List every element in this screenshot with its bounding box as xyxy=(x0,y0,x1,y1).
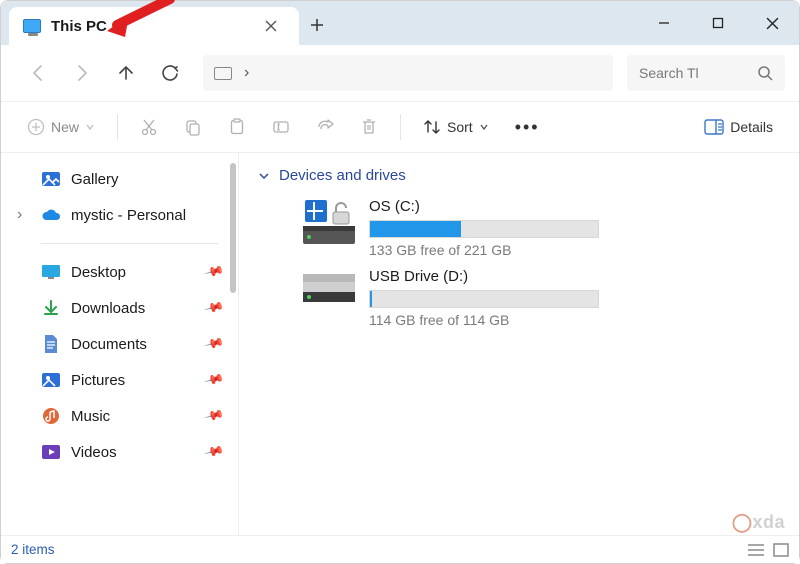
details-label: Details xyxy=(730,119,773,135)
breadcrumb-separator: › xyxy=(244,64,249,82)
pin-icon: 📌 xyxy=(203,441,225,463)
more-button[interactable]: ••• xyxy=(505,109,550,145)
sidebar-item-label: Desktop xyxy=(71,264,126,281)
music-icon xyxy=(41,406,61,426)
search-input[interactable]: Search Tl xyxy=(627,55,785,91)
pin-icon: 📌 xyxy=(203,261,225,283)
copy-button xyxy=(174,109,212,145)
navigation-bar: › Search Tl xyxy=(1,45,799,101)
toolbar-separator xyxy=(117,114,118,140)
pictures-icon xyxy=(41,370,61,390)
navigation-sidebar: Gallery mystic - Personal Desktop 📌 Down… xyxy=(1,153,239,535)
sidebar-item-music[interactable]: Music 📌 xyxy=(1,398,238,434)
gallery-icon xyxy=(41,169,61,189)
close-window-button[interactable] xyxy=(745,1,799,45)
content-pane: Devices and drives OS ( xyxy=(239,153,799,535)
rename-button xyxy=(262,109,300,145)
onedrive-icon xyxy=(41,205,61,225)
downloads-icon xyxy=(41,298,61,318)
videos-icon xyxy=(41,442,61,462)
title-bar: This PC xyxy=(1,1,799,45)
watermark: ◯xda xyxy=(732,512,785,533)
forward-button[interactable] xyxy=(63,54,101,92)
this-pc-icon xyxy=(23,19,41,33)
tiles-layout-icon[interactable] xyxy=(773,543,789,557)
window-controls xyxy=(637,1,799,45)
main-area: Gallery mystic - Personal Desktop 📌 Down… xyxy=(1,153,799,535)
drive-name: USB Drive (D:) xyxy=(369,268,599,285)
desktop-icon xyxy=(41,262,61,282)
sidebar-item-desktop[interactable]: Desktop 📌 xyxy=(1,254,238,290)
up-button[interactable] xyxy=(107,54,145,92)
new-tab-button[interactable] xyxy=(299,7,335,43)
sidebar-item-label: Music xyxy=(71,408,110,425)
close-tab-button[interactable] xyxy=(257,12,285,40)
drive-name: OS (C:) xyxy=(369,198,599,215)
sidebar-item-onedrive[interactable]: mystic - Personal xyxy=(1,197,238,233)
sidebar-item-downloads[interactable]: Downloads 📌 xyxy=(1,290,238,326)
new-button[interactable]: New xyxy=(17,109,105,145)
details-layout-icon[interactable] xyxy=(747,543,765,557)
details-view-button[interactable]: Details xyxy=(694,109,783,145)
sidebar-item-label: Gallery xyxy=(71,171,119,188)
sidebar-item-gallery[interactable]: Gallery xyxy=(1,161,238,197)
sidebar-item-documents[interactable]: Documents 📌 xyxy=(1,326,238,362)
annotation-arrow xyxy=(105,0,175,39)
minimize-button[interactable] xyxy=(637,1,691,45)
share-button xyxy=(306,109,344,145)
drive-usage-bar xyxy=(369,290,599,308)
sidebar-scrollbar[interactable] xyxy=(230,163,236,293)
drive-d-icon xyxy=(303,268,355,312)
maximize-button[interactable] xyxy=(691,1,745,45)
section-label: Devices and drives xyxy=(279,167,406,184)
sidebar-item-label: Videos xyxy=(71,444,117,461)
address-bar[interactable]: › xyxy=(203,55,613,91)
sidebar-item-pictures[interactable]: Pictures 📌 xyxy=(1,362,238,398)
section-devices-drives[interactable]: Devices and drives xyxy=(257,163,781,194)
sidebar-divider xyxy=(41,243,218,244)
drive-usage-bar xyxy=(369,220,599,238)
sidebar-item-label: mystic - Personal xyxy=(71,207,186,224)
command-toolbar: New Sort ••• Details xyxy=(1,101,799,153)
sort-label: Sort xyxy=(447,119,473,135)
drive-item-usb-d[interactable]: USB Drive (D:) 114 GB free of 114 GB xyxy=(303,268,781,328)
new-label: New xyxy=(51,119,79,135)
back-button[interactable] xyxy=(19,54,57,92)
sidebar-item-label: Pictures xyxy=(71,372,125,389)
chevron-down-icon xyxy=(257,169,271,183)
search-icon xyxy=(757,65,773,81)
cut-button xyxy=(130,109,168,145)
toolbar-separator xyxy=(400,114,401,140)
sort-button[interactable]: Sort xyxy=(413,109,499,145)
status-bar: 2 items xyxy=(1,535,799,563)
drive-info: 114 GB free of 114 GB xyxy=(369,312,599,328)
pin-icon: 📌 xyxy=(203,369,225,391)
drive-c-icon xyxy=(303,198,355,242)
paste-button xyxy=(218,109,256,145)
drive-item-os-c[interactable]: OS (C:) 133 GB free of 221 GB xyxy=(303,198,781,258)
sidebar-item-label: Downloads xyxy=(71,300,145,317)
drive-info: 133 GB free of 221 GB xyxy=(369,242,599,258)
documents-icon xyxy=(41,334,61,354)
sidebar-item-videos[interactable]: Videos 📌 xyxy=(1,434,238,470)
pin-icon: 📌 xyxy=(203,297,225,319)
refresh-button[interactable] xyxy=(151,54,189,92)
pin-icon: 📌 xyxy=(203,333,225,355)
pin-icon: 📌 xyxy=(203,405,225,427)
search-placeholder: Search Tl xyxy=(639,65,699,81)
addr-pc-icon xyxy=(214,67,232,80)
status-item-count: 2 items xyxy=(11,542,55,557)
tab-title: This PC xyxy=(51,18,107,35)
sidebar-item-label: Documents xyxy=(71,336,147,353)
delete-button xyxy=(350,109,388,145)
